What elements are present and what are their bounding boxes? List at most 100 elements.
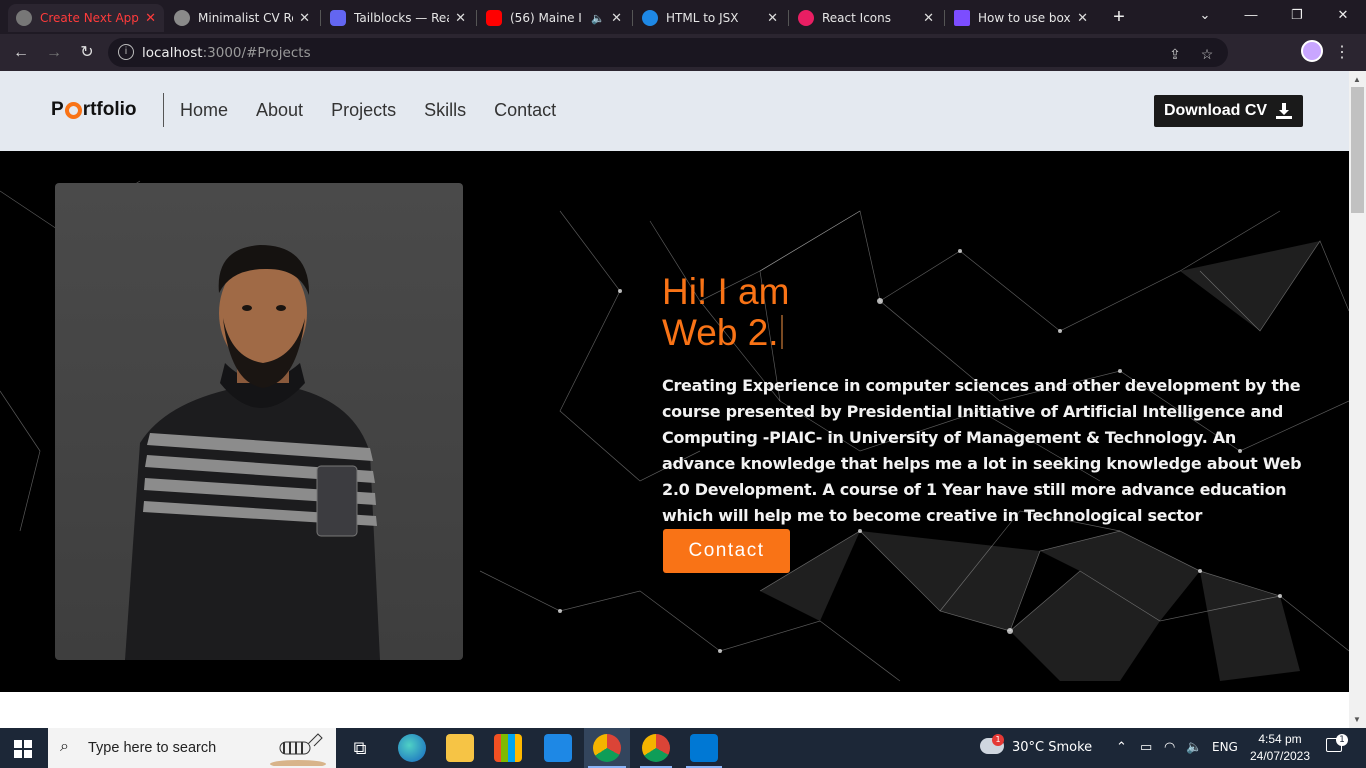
notification-center-icon[interactable]: 1 bbox=[1326, 734, 1348, 756]
hero-greeting: Hi! I am Web 2. bbox=[662, 271, 1312, 353]
tab-title: Tailblocks — Rea bbox=[354, 11, 450, 25]
tab-youtube[interactable]: (56) Maine I 🔈 ✕ bbox=[478, 4, 630, 32]
taskbar-search-box[interactable]: ⌕ Type here to search bbox=[48, 728, 336, 768]
url-field[interactable]: i localhost:3000/#Projects ⇪ ☆ bbox=[108, 38, 1228, 67]
hero-typing-text: Web 2. bbox=[662, 312, 779, 353]
tab-minimalist-cv[interactable]: Minimalist CV Re ✕ bbox=[166, 4, 318, 32]
battery-icon[interactable]: ▭ bbox=[1140, 740, 1152, 755]
profile-avatar[interactable] bbox=[1301, 40, 1323, 62]
hero-section: Hi! I am Web 2. Creating Experience in c… bbox=[0, 151, 1349, 692]
nav-link-contact[interactable]: Contact bbox=[494, 100, 556, 121]
nav-link-projects[interactable]: Projects bbox=[331, 100, 396, 121]
edge-browser-icon[interactable] bbox=[398, 734, 426, 762]
chrome-icon[interactable] bbox=[593, 734, 621, 762]
restore-button[interactable]: ❐ bbox=[1274, 0, 1320, 32]
site-icon bbox=[954, 10, 970, 26]
tab-title: Create Next App bbox=[40, 11, 139, 25]
tab-html-to-jsx[interactable]: HTML to JSX ✕ bbox=[634, 4, 786, 32]
tab-search-icon[interactable]: ⌄ bbox=[1182, 0, 1228, 32]
contact-button[interactable]: Contact bbox=[663, 529, 790, 573]
wifi-icon[interactable]: ◠ bbox=[1164, 740, 1175, 755]
tab-title: HTML to JSX bbox=[666, 11, 739, 25]
globe-icon bbox=[16, 10, 32, 26]
reload-button[interactable]: ↻ bbox=[75, 41, 99, 65]
clock-time: 4:54 pm bbox=[1258, 732, 1302, 746]
hero-description: Creating Experience in computer sciences… bbox=[662, 376, 1302, 525]
person-portrait-image bbox=[125, 245, 380, 660]
tailblocks-icon bbox=[330, 10, 346, 26]
tab-tailblocks[interactable]: Tailblocks — Rea ✕ bbox=[322, 4, 474, 32]
download-icon bbox=[1276, 103, 1293, 119]
share-icon[interactable]: ⇪ bbox=[1166, 45, 1184, 63]
browser-tab-strip: Create Next App ✕ Minimalist CV Re ✕ Tai… bbox=[0, 0, 1366, 34]
close-window-button[interactable]: ✕ bbox=[1320, 0, 1366, 32]
microsoft-store-icon[interactable] bbox=[494, 734, 522, 762]
url-text: localhost:3000/#Projects bbox=[142, 45, 311, 61]
address-bar: ← → ↻ i localhost:3000/#Projects ⇪ ☆ ≡ ▣ bbox=[0, 34, 1366, 92]
zebra-search-highlight-icon bbox=[270, 733, 326, 766]
logo-o-icon bbox=[64, 101, 82, 119]
scroll-up-arrow-icon[interactable]: ▲ bbox=[1353, 75, 1361, 84]
windows-taskbar: ⌕ Type here to search ⧉ 1 30°C Smoke ⌃ ▭… bbox=[0, 728, 1366, 768]
back-button[interactable]: ← bbox=[9, 41, 33, 65]
language-indicator[interactable]: ENG bbox=[1212, 740, 1238, 754]
forward-button[interactable]: → bbox=[42, 41, 66, 65]
weather-text: 30°C Smoke bbox=[1012, 740, 1093, 755]
globe-icon bbox=[174, 10, 190, 26]
nav-divider bbox=[163, 93, 164, 127]
tab-title: Minimalist CV Re bbox=[198, 11, 294, 25]
tab-title: How to use box bbox=[978, 11, 1071, 25]
hero-greeting-line1: Hi! I am bbox=[662, 271, 790, 312]
bookmark-star-icon[interactable]: ☆ bbox=[1198, 45, 1216, 63]
hero-text-block: Hi! I am Web 2. Creating Experience in c… bbox=[662, 271, 1312, 529]
transform-icon bbox=[642, 10, 658, 26]
close-icon[interactable]: ✕ bbox=[923, 11, 934, 26]
nav-link-home[interactable]: Home bbox=[180, 100, 228, 121]
search-icon: ⌕ bbox=[60, 738, 69, 755]
search-placeholder: Type here to search bbox=[88, 740, 217, 756]
mail-icon[interactable] bbox=[544, 734, 572, 762]
clock-date: 24/07/2023 bbox=[1249, 749, 1311, 763]
typing-cursor bbox=[780, 315, 783, 349]
download-cv-button[interactable]: Download CV bbox=[1154, 95, 1303, 127]
minimize-button[interactable]: — bbox=[1228, 0, 1274, 32]
tab-how-to-use-box[interactable]: How to use box ✕ bbox=[946, 4, 1096, 32]
download-cv-label: Download CV bbox=[1163, 102, 1268, 119]
weather-badge: 1 bbox=[992, 734, 1004, 746]
chevron-up-icon[interactable]: ⌃ bbox=[1116, 740, 1127, 755]
info-icon[interactable]: i bbox=[118, 44, 134, 60]
scroll-down-arrow-icon[interactable]: ▼ bbox=[1353, 715, 1361, 724]
close-icon[interactable]: ✕ bbox=[145, 11, 156, 26]
close-icon[interactable]: ✕ bbox=[1077, 11, 1088, 26]
site-logo[interactable]: Prtfolio bbox=[51, 99, 137, 121]
close-icon[interactable]: ✕ bbox=[299, 11, 310, 26]
tab-title: (56) Maine I bbox=[510, 11, 582, 25]
page-viewport: Prtfolio Home About Projects Skills Cont… bbox=[0, 71, 1349, 728]
site-header: Prtfolio Home About Projects Skills Cont… bbox=[0, 71, 1349, 151]
task-view-icon[interactable]: ⧉ bbox=[346, 734, 374, 762]
scrollbar-thumb[interactable] bbox=[1351, 87, 1364, 213]
chrome-profile-icon[interactable] bbox=[642, 734, 670, 762]
profile-photo bbox=[55, 183, 463, 660]
nav-link-about[interactable]: About bbox=[256, 100, 303, 121]
youtube-icon bbox=[486, 10, 502, 26]
close-icon[interactable]: ✕ bbox=[455, 11, 466, 26]
tab-create-next-app[interactable]: Create Next App ✕ bbox=[8, 4, 164, 32]
close-icon[interactable]: ✕ bbox=[767, 11, 778, 26]
react-icon bbox=[798, 10, 814, 26]
browser-menu-icon[interactable]: ⋮ bbox=[1334, 42, 1350, 62]
file-explorer-icon[interactable] bbox=[446, 734, 474, 762]
tab-react-icons[interactable]: React Icons ✕ bbox=[790, 4, 942, 32]
vscode-icon[interactable] bbox=[690, 734, 718, 762]
main-nav: Home About Projects Skills Contact bbox=[180, 100, 584, 121]
windows-start-icon[interactable] bbox=[14, 740, 32, 758]
new-tab-button[interactable]: + bbox=[1106, 5, 1132, 29]
nav-link-skills[interactable]: Skills bbox=[424, 100, 466, 121]
notification-badge: 1 bbox=[1336, 734, 1348, 746]
tab-title: React Icons bbox=[822, 11, 891, 25]
speaker-icon[interactable]: 🔈 bbox=[591, 12, 605, 25]
volume-icon[interactable]: 🔈 bbox=[1186, 740, 1202, 755]
page-scrollbar[interactable]: ▲ ▼ bbox=[1349, 71, 1366, 728]
system-clock[interactable]: 4:54 pm 24/07/2023 bbox=[1244, 731, 1316, 765]
close-icon[interactable]: ✕ bbox=[611, 11, 622, 26]
